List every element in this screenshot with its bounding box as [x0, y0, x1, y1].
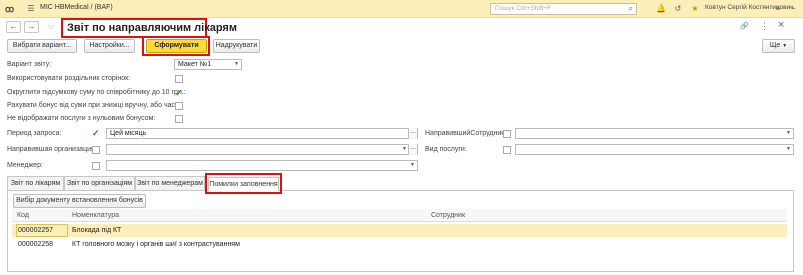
- row-name: КТ головного мозку і органів шиї з контр…: [72, 241, 240, 248]
- print-button[interactable]: Надрукувати: [213, 39, 260, 53]
- service-select[interactable]: ▼: [515, 144, 794, 155]
- tab-doctors[interactable]: Звіт по лікарям: [7, 176, 64, 190]
- chevron-down-icon: ▼: [786, 146, 791, 152]
- org-select[interactable]: ▼...: [106, 144, 418, 155]
- tab-managers[interactable]: Звіт по менеджерам: [135, 176, 205, 190]
- history-icon[interactable]: ↺: [672, 3, 684, 15]
- column-header-nomenclature[interactable]: Номенклатура: [72, 210, 119, 222]
- bonus-document-button[interactable]: Вибір документу встановлення бонусів: [13, 194, 146, 208]
- round-label: Округлити підсумкову суму по співробітни…: [7, 89, 186, 96]
- org-checkbox[interactable]: [92, 146, 100, 154]
- page-title: Звіт по направляючим лікарям: [61, 18, 237, 38]
- global-search-input[interactable]: Пошук Ctrl+Shift+F ⌕: [490, 3, 637, 15]
- table-header: [12, 209, 787, 222]
- row-name: Блокада під КТ: [72, 227, 122, 234]
- errors-tab-highlight: [205, 173, 282, 194]
- chevron-down-icon: ▼: [234, 61, 239, 67]
- column-header-employee[interactable]: Сотрудник: [431, 210, 465, 222]
- tab-organizations[interactable]: Звіт по організаціям: [64, 176, 135, 190]
- employee-checkbox[interactable]: [503, 130, 511, 138]
- more-button[interactable]: Ще ▼: [762, 39, 795, 53]
- employee-select[interactable]: ▼: [515, 128, 794, 139]
- collapse-icon[interactable]: –: [787, 3, 799, 15]
- chevron-down-icon: ▼: [410, 162, 415, 168]
- bookmark-star-icon[interactable]: ☆: [47, 21, 55, 32]
- bonus-calc-label: Рахувати бонус від суми при знижці вручн…: [7, 102, 181, 109]
- ellipsis-button[interactable]: ...: [408, 144, 417, 155]
- close-icon[interactable]: ×: [778, 19, 784, 31]
- zero-bonus-label: Не відображати послуги з нульовим бонусо…: [7, 115, 156, 122]
- page-separator-checkbox[interactable]: [175, 75, 183, 83]
- service-label: Вид послуги:: [425, 146, 467, 153]
- page-separator-label: Використовувати роздільник сторінок:: [7, 75, 131, 82]
- back-button[interactable]: ←: [6, 21, 21, 33]
- app-logo-icon: ꝏ: [5, 4, 14, 14]
- forward-button[interactable]: →: [24, 21, 39, 33]
- period-label: Период запроса:: [7, 130, 62, 137]
- row-code: 000002258: [18, 241, 54, 248]
- favorites-star-icon[interactable]: ★: [689, 3, 701, 15]
- column-header-code[interactable]: Код: [17, 210, 29, 222]
- row-code: 000002257: [18, 227, 54, 234]
- bell-icon[interactable]: 🔔: [655, 3, 667, 15]
- link-icon[interactable]: 🔗: [740, 22, 749, 30]
- round-checkbox[interactable]: ✓: [175, 89, 183, 98]
- zero-bonus-checkbox[interactable]: [175, 115, 183, 123]
- table-row[interactable]: [12, 224, 787, 237]
- period-field[interactable]: Цей місяць...: [106, 128, 418, 139]
- search-icon: ⌕: [628, 4, 633, 13]
- app-title: МІС НВMedical / (BAF): [40, 4, 113, 11]
- employee-label: НаправившийСотрудник:: [425, 130, 507, 137]
- variant-select[interactable]: Макет №1 ▼: [174, 59, 242, 70]
- select-variant-button[interactable]: Вибрати варіант...: [7, 39, 77, 53]
- chevron-down-icon: ▼: [402, 146, 407, 152]
- manager-checkbox[interactable]: [92, 162, 100, 170]
- manager-label: Менеджер:: [7, 162, 43, 169]
- generate-button[interactable]: Сформувати: [146, 39, 207, 53]
- org-label: Направившая организация:: [7, 146, 97, 153]
- bonus-calc-checkbox[interactable]: [175, 102, 183, 110]
- variant-label: Варіант звіту:: [7, 61, 52, 68]
- service-checkbox[interactable]: [503, 146, 511, 154]
- manager-select[interactable]: ▼: [106, 160, 418, 171]
- more-vert-icon[interactable]: ⋮: [760, 21, 769, 32]
- settings-button[interactable]: Настройки...: [84, 39, 135, 53]
- chevron-down-icon: ▼: [786, 130, 791, 136]
- menu-icon[interactable]: ☰: [25, 3, 37, 15]
- window-menu-icon[interactable]: ≡: [772, 3, 784, 15]
- period-checkbox[interactable]: ✓: [92, 129, 100, 138]
- ellipsis-button[interactable]: ...: [408, 128, 417, 139]
